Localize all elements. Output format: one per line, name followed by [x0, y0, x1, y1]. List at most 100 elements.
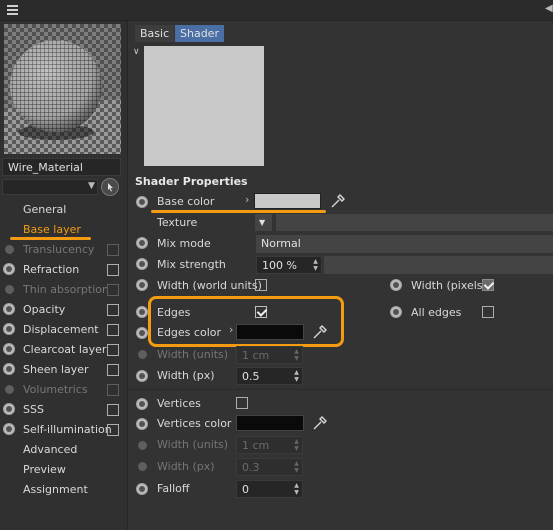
edge-width-units-label: Width (units): [157, 348, 229, 361]
all-edges-checkbox[interactable]: [482, 306, 494, 318]
expand-arrow-icon[interactable]: ›: [245, 193, 249, 206]
falloff-field[interactable]: 0 ▲ ▼: [236, 480, 303, 498]
channel-enable-radio[interactable]: [3, 303, 15, 315]
base-color-swatch[interactable]: [254, 193, 321, 209]
channel-label: Displacement: [23, 323, 99, 336]
vert-width-px-field: 0.3 ▲ ▼: [236, 458, 303, 476]
width-world-radio[interactable]: [136, 279, 148, 291]
top-bar: ◀: [0, 0, 553, 21]
channel-checkbox[interactable]: [107, 264, 119, 276]
channel-item-sss[interactable]: SSS: [0, 401, 127, 419]
vertices-checkbox[interactable]: [236, 397, 248, 409]
width-pixels-radio[interactable]: [390, 279, 402, 291]
vert-width-px-label: Width (px): [157, 460, 215, 473]
channel-label: Thin absorption: [23, 283, 109, 296]
edge-width-units-field: 1 cm ▲ ▼: [236, 346, 303, 364]
channel-enable-radio: [5, 385, 14, 394]
mix-mode-select[interactable]: Normal: [256, 235, 553, 253]
mix-strength-field[interactable]: 100 % ▲ ▼: [256, 256, 322, 274]
channel-item-translucency[interactable]: Translucency: [0, 241, 127, 259]
eyedropper-icon[interactable]: [329, 192, 347, 210]
edge-width-px-radio[interactable]: [136, 370, 148, 382]
width-world-checkbox[interactable]: [255, 279, 267, 291]
falloff-value: 0: [242, 483, 249, 496]
channel-item-volumetrics[interactable]: Volumetrics: [0, 381, 127, 399]
material-select[interactable]: ▼: [2, 179, 98, 195]
vert-width-units-field: 1 cm ▲ ▼: [236, 436, 303, 454]
mix-strength-value: 100 %: [262, 259, 297, 272]
channel-item-displacement[interactable]: Displacement: [0, 321, 127, 339]
channel-item-advanced[interactable]: Advanced: [0, 441, 127, 459]
channel-enable-radio[interactable]: [3, 343, 15, 355]
channel-checkbox[interactable]: [107, 344, 119, 356]
tab-basic[interactable]: Basic: [135, 25, 175, 42]
channel-enable-radio[interactable]: [3, 403, 15, 415]
channel-checkbox[interactable]: [107, 424, 119, 436]
vertices-color-swatch[interactable]: [236, 415, 304, 431]
menu-icon[interactable]: [7, 5, 18, 15]
eyedropper-icon[interactable]: [311, 414, 329, 432]
material-panel: Wire_Material ▼ General Base layer Translu…: [0, 21, 128, 530]
base-color-label: Base color: [157, 195, 215, 208]
mix-strength-slider[interactable]: [324, 256, 553, 274]
chevron-down-icon: ▼: [88, 181, 95, 191]
pick-cursor-icon[interactable]: [101, 178, 119, 196]
vertices-color-radio[interactable]: [136, 418, 148, 430]
edge-width-units-radio: [138, 350, 147, 359]
vert-width-units-value: 1 cm: [242, 439, 270, 452]
channel-item-general[interactable]: General: [0, 201, 127, 219]
channel-label: Advanced: [23, 443, 78, 456]
channel-label: General: [23, 203, 67, 216]
mix-mode-radio[interactable]: [136, 237, 148, 249]
texture-label: Texture: [157, 216, 198, 229]
channel-label: Refraction: [23, 263, 80, 276]
width-world-label: Width (world units): [157, 279, 262, 292]
channel-label: Opacity: [23, 303, 66, 316]
channel-item-assignment[interactable]: Assignment: [0, 481, 127, 499]
edge-width-px-value: 0.5: [242, 370, 260, 383]
edge-width-px-field[interactable]: 0.5 ▲ ▼: [236, 367, 303, 385]
channel-enable-radio[interactable]: [3, 263, 15, 275]
channel-item-opacity[interactable]: Opacity: [0, 301, 127, 319]
texture-slot[interactable]: [276, 214, 553, 231]
tab-shader[interactable]: Shader: [175, 25, 224, 42]
collapse-icon[interactable]: ∨: [133, 47, 140, 57]
stepper-icon[interactable]: ▲ ▼: [293, 369, 300, 383]
channel-checkbox[interactable]: [107, 404, 119, 416]
channel-item-preview[interactable]: Preview: [0, 461, 127, 479]
channel-enable-radio[interactable]: [3, 323, 15, 335]
channel-checkbox[interactable]: [107, 364, 119, 376]
channel-label: Translucency: [23, 243, 95, 256]
channel-checkbox[interactable]: [107, 304, 119, 316]
mix-strength-radio[interactable]: [136, 258, 148, 270]
channel-enable-radio[interactable]: [3, 423, 15, 435]
collapse-arrow-icon[interactable]: ◀: [545, 3, 553, 14]
vert-width-units-label: Width (units): [157, 438, 229, 451]
shader-preview: [144, 46, 264, 166]
stepper-icon: ▲ ▼: [294, 348, 299, 362]
channel-item-sheen-layer[interactable]: Sheen layer: [0, 361, 127, 379]
texture-type-select[interactable]: ▼: [255, 214, 272, 231]
channel-checkbox[interactable]: [107, 324, 119, 336]
channel-item-refraction[interactable]: Refraction: [0, 261, 127, 279]
edges-color-radio[interactable]: [136, 327, 148, 339]
channel-label: Assignment: [23, 483, 88, 496]
material-name-field[interactable]: Wire_Material: [2, 158, 121, 176]
channel-enable-radio[interactable]: [3, 363, 15, 375]
stepper-icon[interactable]: ▲ ▼: [293, 482, 300, 496]
material-preview: [4, 24, 121, 154]
base-color-anim-radio[interactable]: [136, 196, 148, 208]
channel-item-thin-absorption[interactable]: Thin absorption: [0, 281, 127, 299]
channel-item-clearcoat-layer[interactable]: Clearcoat layer: [0, 341, 127, 359]
width-pixels-checkbox[interactable]: [482, 279, 494, 291]
falloff-label: Falloff: [157, 482, 190, 495]
vert-width-units-radio: [138, 441, 147, 450]
stepper-icon[interactable]: ▲ ▼: [312, 258, 319, 272]
falloff-radio[interactable]: [136, 483, 148, 495]
channel-item-self-illumination[interactable]: Self-illumination: [0, 421, 127, 439]
edges-highlight-box: [148, 296, 344, 347]
vertices-radio[interactable]: [136, 398, 148, 410]
edges-radio[interactable]: [136, 306, 148, 318]
all-edges-radio[interactable]: [390, 306, 402, 318]
stepper-icon: ▲ ▼: [294, 460, 299, 474]
